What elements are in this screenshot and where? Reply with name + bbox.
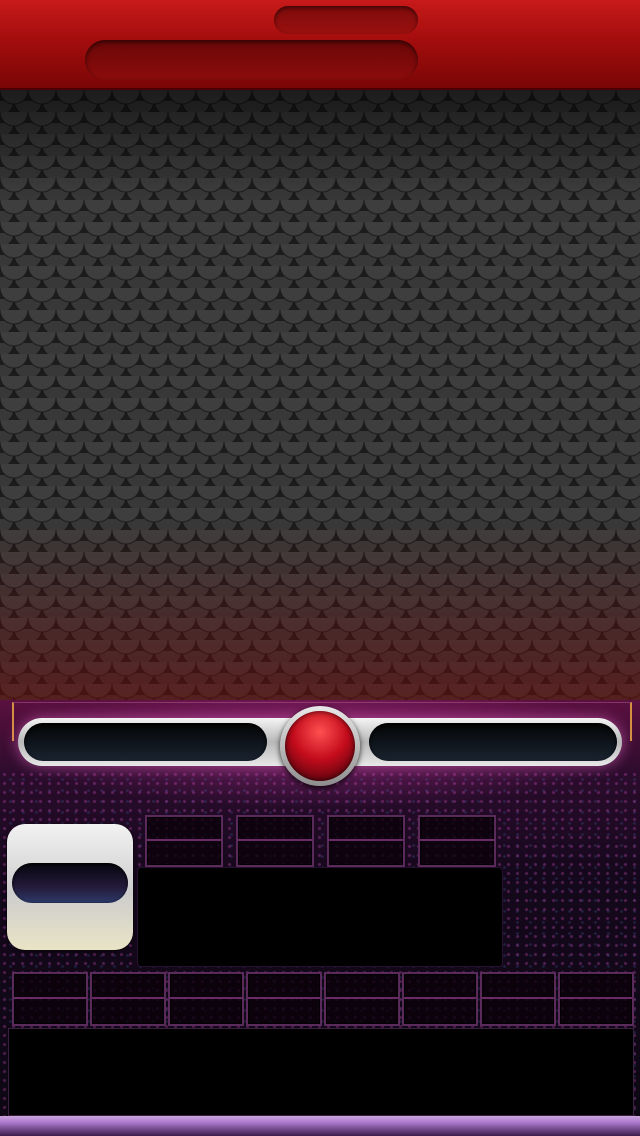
center-panel-text: [138, 868, 502, 966]
home-screen: [0, 0, 640, 1136]
dock-tile-1[interactable]: [12, 972, 88, 1026]
bottom-panel-text: [9, 1029, 633, 1115]
slider-left-text: [24, 723, 267, 761]
widget-tile-4[interactable]: [418, 815, 496, 867]
bottom-widget-panel: [8, 1028, 634, 1116]
dock-tile-7[interactable]: [480, 972, 556, 1026]
bottom-glow-strip: [0, 1116, 640, 1136]
dock-tile-2[interactable]: [90, 972, 166, 1026]
scale-pattern-wallpaper: [0, 90, 640, 705]
app-card[interactable]: [7, 824, 133, 950]
status-pill-text: [274, 6, 418, 34]
widget-tile-1[interactable]: [145, 815, 223, 867]
widget-tile-2[interactable]: [236, 815, 314, 867]
slider-left-slot: [24, 723, 267, 761]
slider-knob[interactable]: [280, 706, 360, 786]
center-widget-panel: [138, 868, 502, 966]
red-orb-icon: [285, 711, 355, 781]
widget-tile-3[interactable]: [327, 815, 405, 867]
dock-tile-4[interactable]: [246, 972, 322, 1026]
title-pill: [85, 40, 418, 80]
title-pill-text: [85, 40, 418, 80]
app-card-text: [12, 863, 128, 903]
dock-tile-6[interactable]: [402, 972, 478, 1026]
app-card-pill: [12, 863, 128, 903]
slider-right-text: [369, 723, 617, 761]
status-pill: [274, 6, 418, 34]
dock-tile-8[interactable]: [558, 972, 634, 1026]
dock-tile-5[interactable]: [324, 972, 400, 1026]
dock-tile-3[interactable]: [168, 972, 244, 1026]
slider-right-slot: [369, 723, 617, 761]
top-status-bar: [0, 0, 640, 90]
